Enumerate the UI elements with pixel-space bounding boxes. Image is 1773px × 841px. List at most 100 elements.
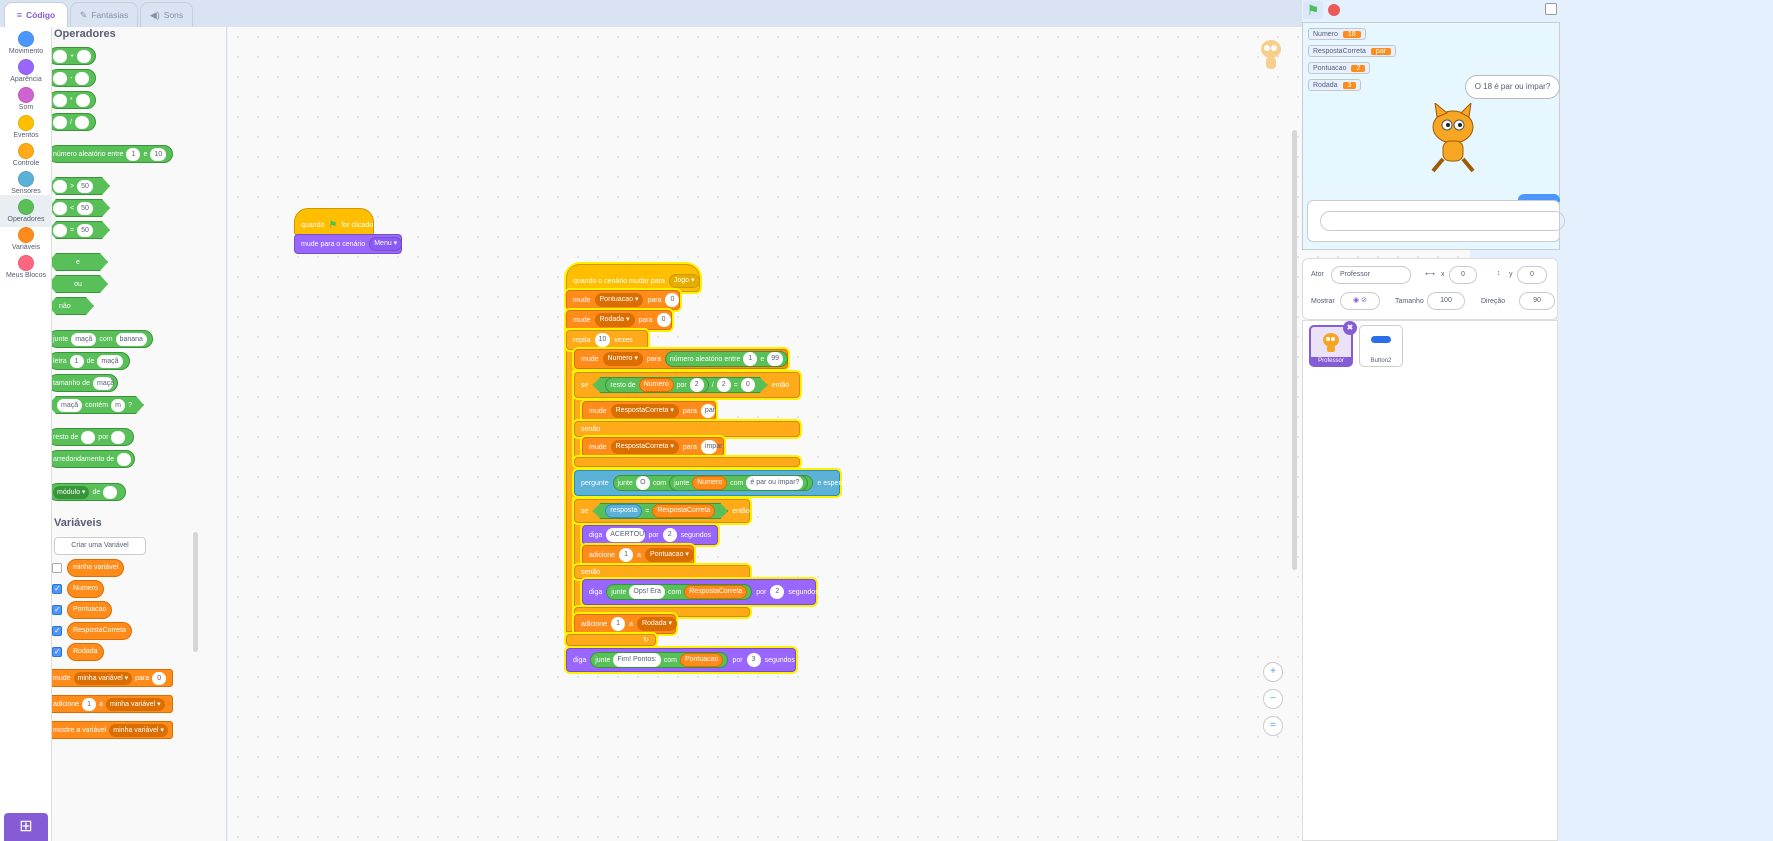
monitor-respostacorreta[interactable]: RespostaCorreta par	[1308, 45, 1397, 57]
set-pontuacao-block[interactable]: mude Pontuacao ▾ para 0	[566, 290, 680, 310]
variable-reporter[interactable]: Pontuacao	[67, 601, 113, 619]
variable-reporter[interactable]: Numero	[639, 378, 674, 392]
block-input[interactable]: 1	[82, 697, 97, 711]
block-input[interactable]: 1	[69, 354, 84, 368]
round-block[interactable]: arredondamento de	[52, 450, 135, 468]
block-input[interactable]	[75, 71, 90, 85]
length-block[interactable]: tamanho de maçã	[52, 374, 118, 392]
block-input[interactable]: 2	[770, 585, 785, 599]
join-block[interactable]: junte maçã com banana	[52, 330, 153, 348]
tab-sounds[interactable]: ◀) Sons	[140, 2, 193, 27]
answer-input[interactable]	[1320, 211, 1565, 231]
variable-reporter[interactable]: RespostaCorreta	[652, 504, 715, 518]
block-input[interactable]: par	[700, 404, 715, 418]
block-input[interactable]	[117, 452, 132, 466]
block-input[interactable]: ACERTOU!	[606, 528, 646, 542]
block-input[interactable]: 2	[717, 378, 731, 392]
ask-and-wait-block[interactable]: pergunte junte Ocom junte Numero com é par ou …	[574, 470, 845, 496]
zoom-out-button[interactable]: −	[1263, 689, 1283, 709]
join-reporter[interactable]: junte Ocom junte Numero com é par ou impar?	[612, 475, 814, 491]
switch-backdrop-block[interactable]: mude para o cenário Menu ▾	[294, 234, 403, 254]
set-numero-block[interactable]: mude Numero ▾ para número aleatório entre 1 e…	[574, 349, 789, 369]
block-input[interactable]: Ops! Era	[629, 585, 666, 599]
variable-dropdown[interactable]: Pontuacao ▾	[594, 293, 644, 307]
tab-costumes[interactable]: ✎ Fantasias	[70, 2, 138, 27]
backdrop-dropdown[interactable]: Jogo ▾	[668, 274, 700, 288]
equals-condition[interactable]: resposta = RespostaCorreta	[592, 503, 728, 519]
change-pontuacao-block[interactable]: adicione 1 a Pontuacao ▾	[582, 545, 694, 565]
variable-reporter[interactable]: RespostaCorreta	[684, 585, 748, 599]
variable-checkbox[interactable]	[52, 563, 62, 573]
block-input[interactable]	[53, 49, 67, 63]
variable-dropdown[interactable]: RespostaCorreta ▾	[610, 440, 679, 454]
sprite-name-input[interactable]: Professor	[1331, 266, 1411, 284]
block-input[interactable]: 0	[665, 293, 680, 307]
zoom-reset-button[interactable]: =	[1263, 716, 1283, 736]
mod-reporter[interactable]: resto de Numero por 2	[605, 377, 708, 393]
variable-checkbox[interactable]	[52, 647, 62, 657]
block-input[interactable]	[53, 93, 67, 107]
cat-sprite[interactable]	[1421, 101, 1487, 180]
block-input[interactable]: 50	[77, 202, 93, 215]
backdrop-dropdown[interactable]: Menu ▾	[369, 237, 403, 251]
random-reporter[interactable]: número aleatório entre 1 e 99	[664, 351, 789, 367]
variable-dropdown[interactable]: Rodada ▾	[594, 313, 635, 327]
variable-dropdown[interactable]: minha variável ▾	[109, 723, 168, 737]
block-input[interactable]: 10	[150, 147, 167, 161]
monitor-rodada[interactable]: Rodada 3	[1308, 79, 1362, 91]
variable-reporter[interactable]: Numero	[67, 580, 104, 598]
say-correct-block[interactable]: diga ACERTOU! por 2 segundos	[582, 525, 718, 545]
say-final-block[interactable]: diga junte Fim! Pontos: com Pontuacao por 3 seg…	[566, 648, 796, 672]
block-input[interactable]	[75, 93, 90, 107]
variable-dropdown[interactable]: minha variável ▾	[73, 671, 133, 685]
block-input[interactable]: 0	[741, 378, 755, 392]
script-area[interactable]: quando ⚑ for clicado mude para o cenário Me…	[228, 27, 1470, 841]
block-input[interactable]	[53, 202, 67, 215]
random-block[interactable]: número aleatório entre 1 e 10	[52, 145, 173, 163]
block-input[interactable]: banana	[115, 332, 147, 346]
block-input[interactable]: 1	[619, 548, 634, 562]
block-input[interactable]	[53, 224, 67, 237]
variable-reporter[interactable]: RespostaCorreta	[67, 622, 132, 640]
less-than-block[interactable]: <50	[52, 199, 110, 217]
block-input[interactable]: 50	[77, 180, 93, 193]
multiply-block[interactable]: *	[52, 91, 96, 109]
block-input[interactable]: m	[111, 399, 125, 412]
add-extension-button[interactable]: ⊞	[4, 813, 48, 841]
variable-dropdown[interactable]: minha variável ▾	[105, 697, 165, 711]
variable-dropdown[interactable]: Pontuacao ▾	[644, 548, 694, 562]
visibility-toggle[interactable]: ◉ ⊘	[1340, 292, 1380, 310]
green-flag-button[interactable]: ⚑	[1303, 1, 1323, 19]
join-reporter[interactable]: junte Fim! Pontos: com Pontuacao	[590, 652, 729, 668]
block-input[interactable]: 0	[656, 313, 671, 327]
category-my-blocks[interactable]: Meus Blocos	[0, 251, 52, 283]
block-input[interactable]: 3	[746, 653, 761, 667]
variable-reporter[interactable]: minha variável	[67, 559, 125, 577]
or-block[interactable]: ou	[52, 275, 108, 293]
block-input[interactable]: 10	[594, 333, 611, 347]
stop-button[interactable]	[1328, 4, 1340, 16]
y-input[interactable]: 0	[1517, 266, 1547, 284]
block-input[interactable]: maçã	[57, 399, 82, 412]
block-input[interactable]	[77, 49, 92, 63]
block-input[interactable]: 1	[611, 617, 626, 631]
if-else-parity-block[interactable]: se resto de Numero por 2/2 = 0 então	[574, 372, 800, 398]
variable-checkbox[interactable]	[52, 584, 62, 594]
block-input[interactable]	[103, 485, 118, 499]
script-vertical-scrollbar[interactable]	[1292, 130, 1297, 570]
block-input[interactable]: O	[635, 476, 650, 490]
block-input[interactable]: maçã	[92, 376, 114, 390]
join-reporter[interactable]: junte Ops! Era com RespostaCorreta	[606, 584, 753, 600]
sprite-thumb-professor[interactable]: ✖ Professor	[1309, 321, 1357, 367]
join-reporter[interactable]: junte Numero com é par ou impar?	[669, 475, 809, 491]
math-function-block[interactable]: módulo ▾ de	[52, 483, 126, 501]
variable-reporter[interactable]: Numero	[692, 476, 728, 490]
x-input[interactable]: 0	[1449, 266, 1477, 284]
block-input[interactable]: 50	[77, 224, 93, 237]
block-input[interactable]: 2	[690, 378, 704, 392]
mod-block[interactable]: resto de por	[52, 428, 134, 446]
variable-checkbox[interactable]	[52, 605, 62, 615]
set-rodada-block[interactable]: mude Rodada ▾ para 0	[566, 310, 672, 330]
block-input[interactable]	[53, 71, 67, 85]
divide-block[interactable]: /	[52, 113, 96, 131]
